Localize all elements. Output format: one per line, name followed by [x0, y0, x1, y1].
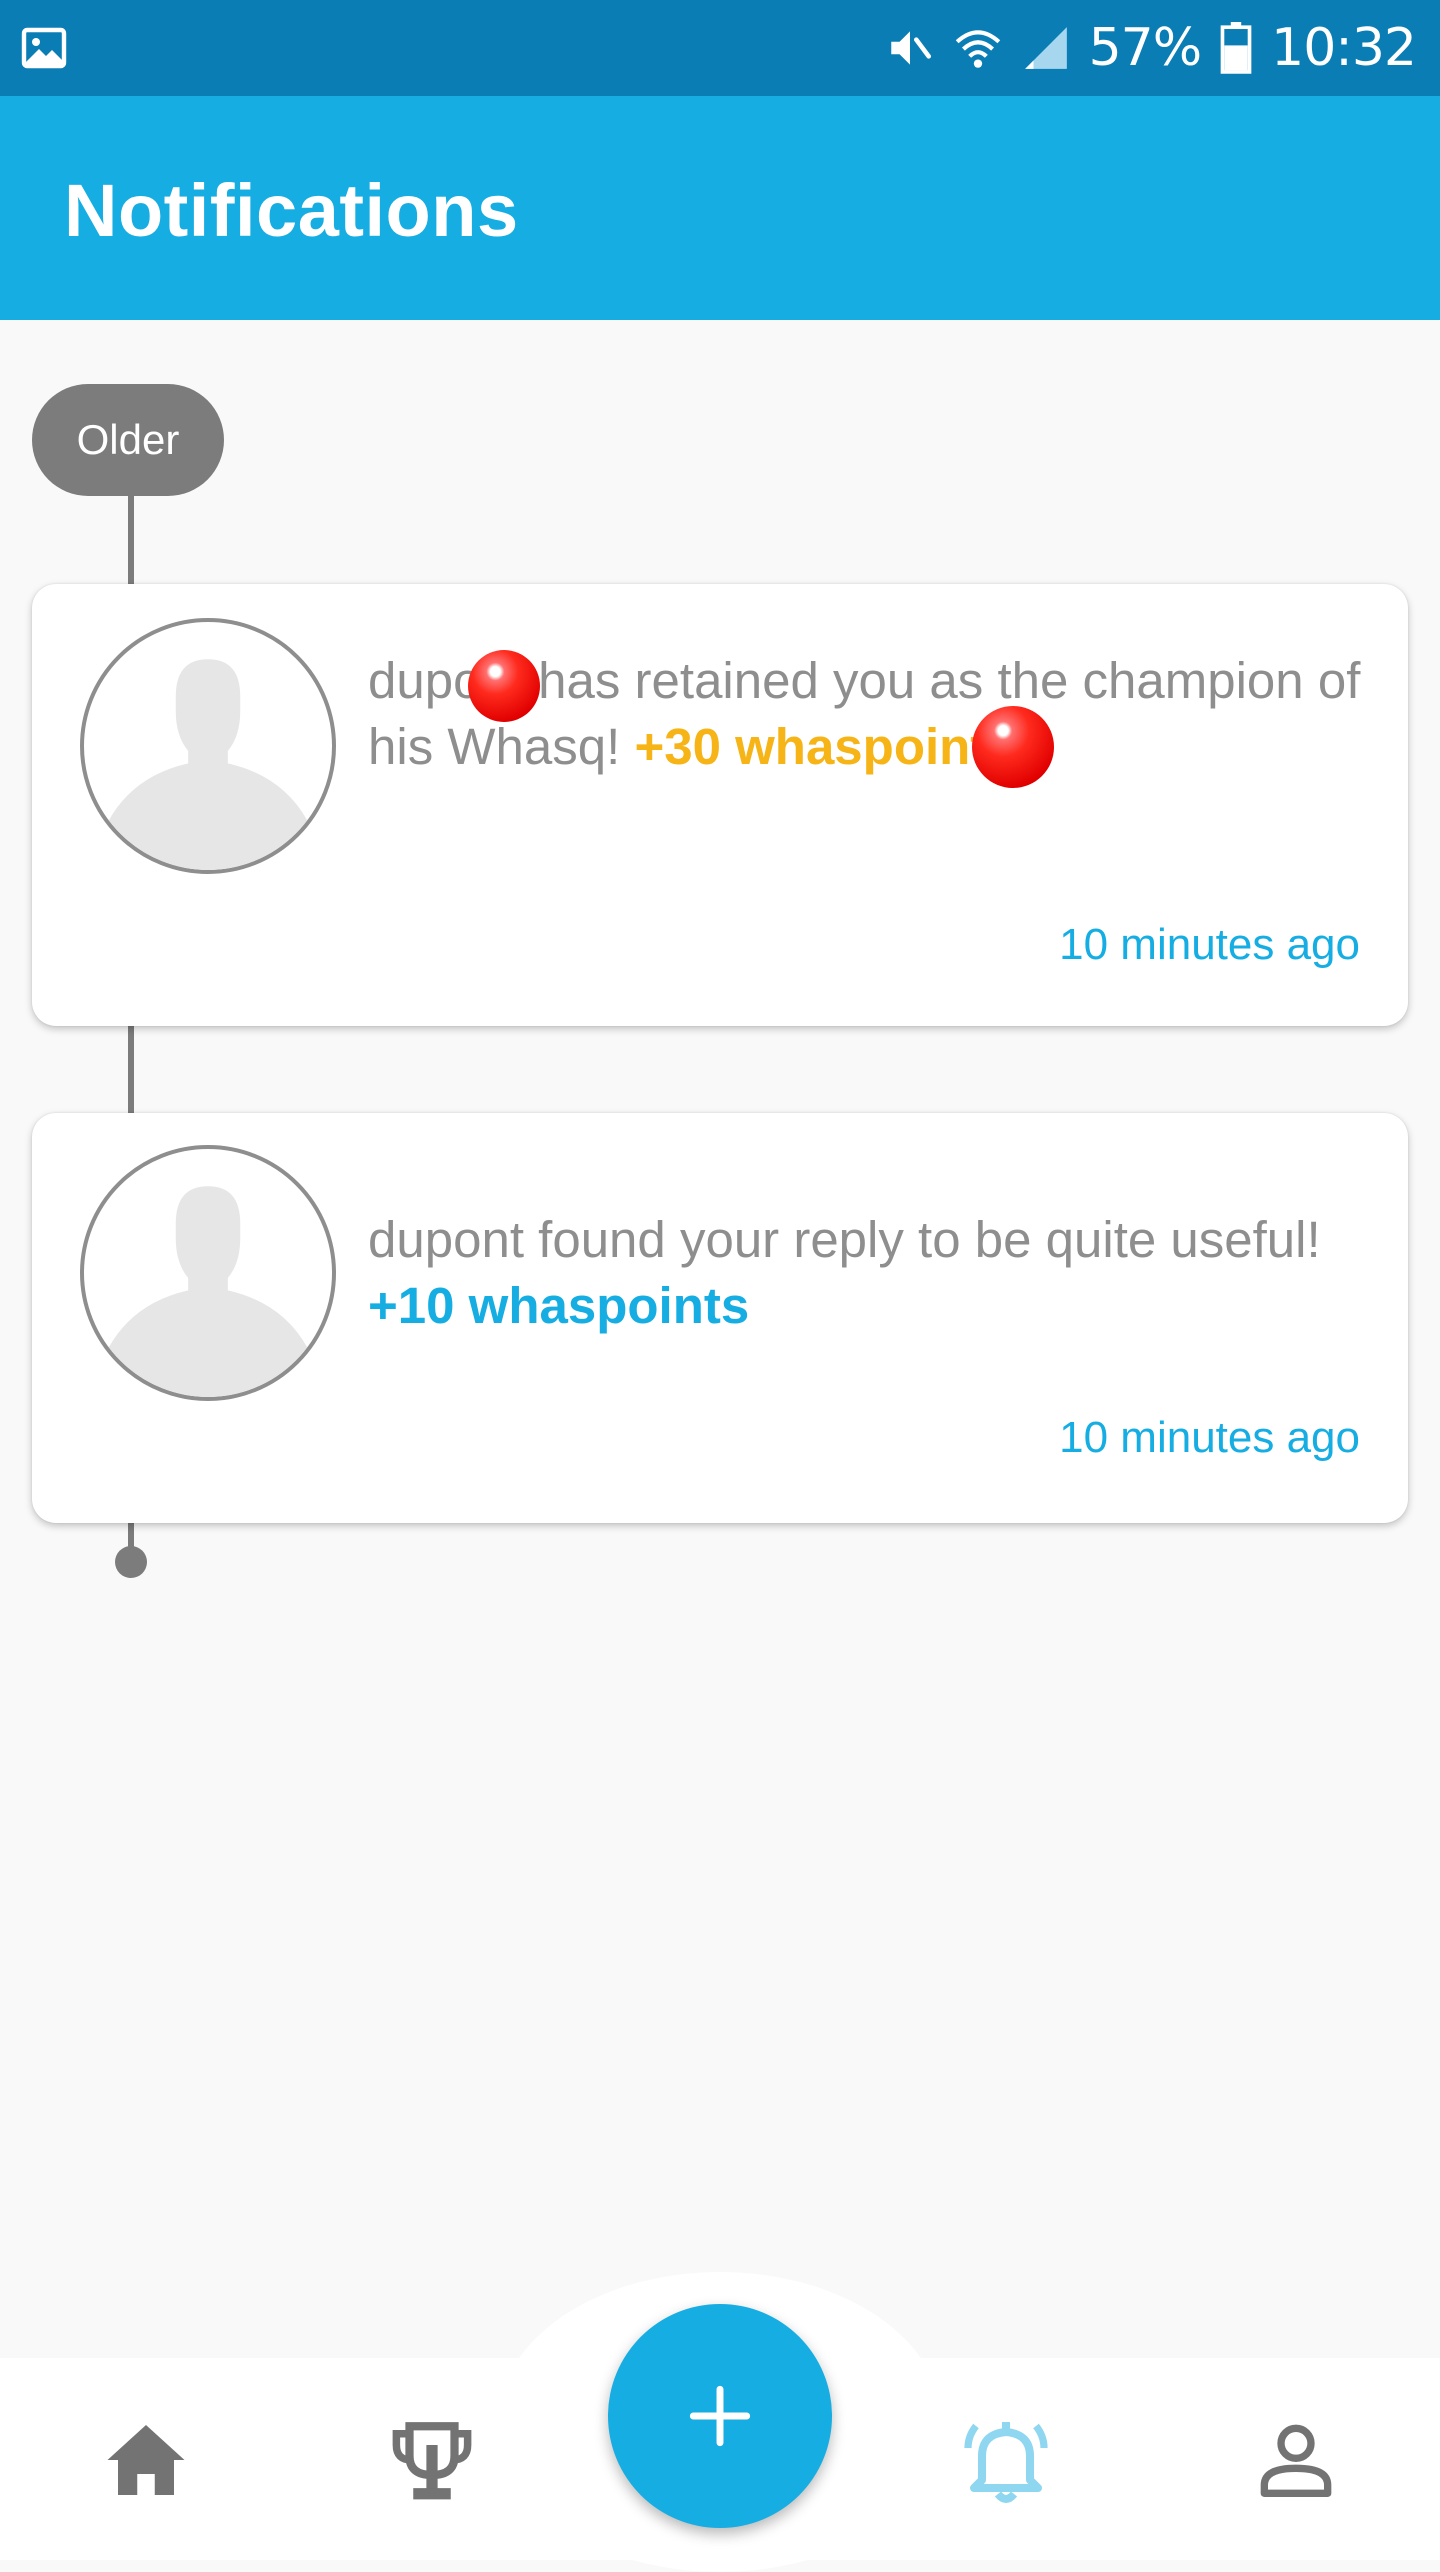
bell-icon [964, 2422, 1048, 2503]
wifi-icon [955, 30, 1000, 68]
clock: 10:32 [1271, 18, 1417, 78]
trophy-icon [392, 2422, 472, 2500]
user-placeholder-icon [108, 1186, 308, 1397]
avatar[interactable] [80, 618, 336, 874]
status-indicators: 57% 10:32 [885, 0, 1417, 96]
red-dot-marker [972, 706, 1054, 788]
notification-text: dupont found your reply to be quite usef… [368, 1207, 1368, 1339]
section-label-older: Older [32, 384, 224, 496]
profile-icon [1260, 2424, 1332, 2497]
notification-time: 10 minutes ago [1059, 920, 1360, 969]
user-placeholder-icon [108, 659, 308, 870]
add-icon [689, 2385, 751, 2447]
timeline-line [128, 490, 134, 590]
points-reward: +10 whaspoints [368, 1277, 750, 1334]
nav-home[interactable] [86, 2400, 206, 2520]
signal-icon [1024, 27, 1067, 69]
app-bar: Notifications [0, 96, 1440, 320]
timeline-line [128, 1024, 134, 1114]
timeline-end-dot [115, 1546, 147, 1578]
nav-notifications[interactable] [946, 2400, 1066, 2520]
notification-message: dupont found your reply to be quite usef… [368, 1211, 1321, 1268]
battery-icon [1220, 22, 1252, 74]
notification-time: 10 minutes ago [1059, 1413, 1360, 1462]
avatar[interactable] [80, 1145, 336, 1401]
page-title: Notifications [64, 169, 519, 252]
home-icon [107, 2425, 185, 2495]
nav-profile[interactable] [1236, 2400, 1356, 2520]
nav-trophy[interactable] [372, 2400, 492, 2520]
gallery-icon [21, 27, 67, 69]
battery-percent: 57% [1088, 18, 1203, 78]
notification-card[interactable]: dupont found your reply to be quite usef… [32, 1113, 1408, 1523]
add-button[interactable] [608, 2304, 832, 2528]
points-reward: +30 whaspoints [634, 718, 1016, 775]
mute-icon [890, 31, 931, 65]
red-dot-marker [468, 650, 540, 722]
status-bar: 57% 10:32 [0, 0, 1440, 96]
notification-card[interactable]: dupont has retained you as the champion … [32, 584, 1408, 1026]
